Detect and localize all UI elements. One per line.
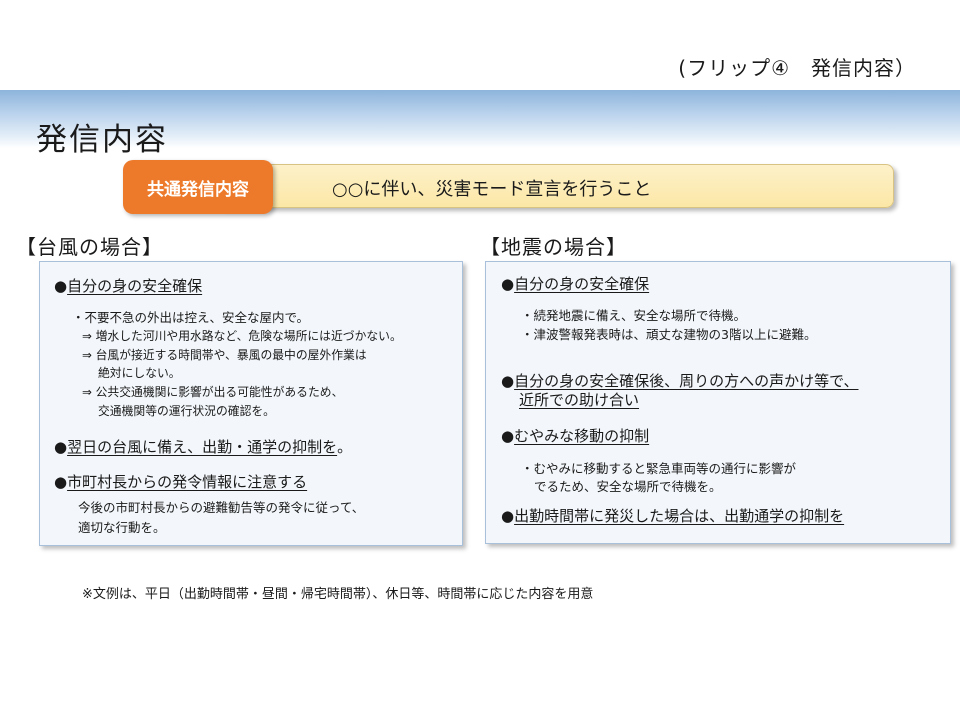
typhoon-line-8: 適切な行動を。 — [78, 520, 166, 535]
earthquake-item-2-label: 自分の身の安全確保後、周りの方への声かけ等で、 — [514, 372, 859, 390]
typhoon-item-2-label: 翌日の台風に備え、出勤・通学の抑制を — [67, 438, 338, 456]
earthquake-line-3: ・むやみに移動すると緊急車両等の通行に影響が — [521, 461, 797, 476]
bullet-icon: ● — [501, 507, 515, 525]
typhoon-line-2: ⇒ 増水した河川や用水路など、危険な場所には近づかない。 — [82, 329, 402, 343]
earthquake-item-2: ●自分の身の安全確保後、周りの方への声かけ等で、 — [501, 370, 859, 391]
typhoon-item-1: ●自分の身の安全確保 — [54, 275, 202, 296]
typhoon-item-2-tail: 。 — [337, 438, 353, 456]
earthquake-heading: 【地震の場合】 — [480, 235, 627, 259]
earthquake-line-4-text: でるため、安全な場所で待機を — [534, 479, 710, 494]
flip-note: (フリップ④ 発信内容） — [678, 56, 916, 80]
bullet-icon: ● — [54, 473, 68, 491]
earthquake-line-1: ・続発地震に備え、安全な場所で待機。 — [521, 308, 747, 323]
bullet-icon: ● — [501, 427, 515, 445]
earthquake-item-4: ●出勤時間帯に発災した場合は、出勤通学の抑制を — [501, 505, 844, 526]
typhoon-item-3-label: 市町村長からの発令情報に注意する — [67, 473, 308, 491]
earthquake-item-2-label-2: 近所での助け合い — [519, 391, 640, 409]
bullet-icon: ● — [54, 277, 68, 295]
bullet-icon: ● — [501, 372, 515, 390]
typhoon-item-3: ●市町村長からの発令情報に注意する — [54, 471, 307, 492]
typhoon-line-5: ⇒ 公共交通機関に影響が出る可能性があるため、 — [82, 385, 344, 399]
common-message-text: ○○に伴い、災害モード宣言を行うこと — [332, 179, 652, 200]
earthquake-item-3-label: むやみな移動の抑制 — [514, 427, 650, 445]
typhoon-line-1: ・不要不急の外出は控え、安全な屋内で。 — [72, 310, 310, 325]
earthquake-item-3: ●むやみな移動の抑制 — [501, 425, 649, 446]
page-title: 発信内容 — [36, 122, 168, 158]
earthquake-item-2-line-2: 近所での助け合い — [519, 389, 639, 410]
typhoon-line-4: 絶対にしない。 — [98, 366, 181, 380]
earthquake-line-2: ・津波警報発表時は、頑丈な建物の3階以上に避難。 — [521, 327, 817, 342]
earthquake-line-4-tail: 。 — [709, 479, 722, 494]
footnote: ※文例は、平日（出勤時間帯・昼間・帰宅時間帯）、休日等、時間帯に応じた内容を用意 — [82, 587, 594, 602]
earthquake-item-1-label: 自分の身の安全確保 — [514, 275, 650, 293]
typhoon-line-6: 交通機関等の運行状況の確認を。 — [98, 404, 275, 418]
typhoon-line-7: 今後の市町村長からの避難勧告等の発令に従って、 — [78, 500, 365, 515]
earthquake-item-1: ●自分の身の安全確保 — [501, 273, 649, 294]
typhoon-heading: 【台風の場合】 — [16, 235, 163, 259]
typhoon-line-3: ⇒ 台風が接近する時間帯や、暴風の最中の屋外作業は — [82, 348, 367, 362]
typhoon-item-1-label: 自分の身の安全確保 — [67, 277, 203, 295]
earthquake-line-4: でるため、安全な場所で待機を。 — [534, 476, 722, 495]
common-message-label: 共通発信内容 — [123, 160, 273, 214]
bullet-icon: ● — [54, 438, 68, 456]
bullet-icon: ● — [501, 275, 515, 293]
earthquake-item-4-label: 出勤時間帯に発災した場合は、出勤通学の抑制を — [514, 507, 845, 525]
typhoon-item-2: ●翌日の台風に備え、出勤・通学の抑制を。 — [54, 436, 352, 457]
